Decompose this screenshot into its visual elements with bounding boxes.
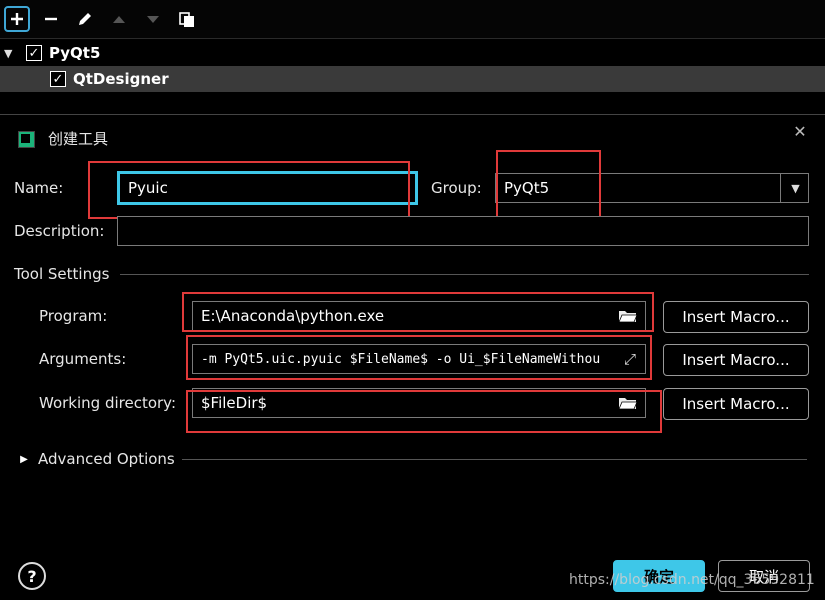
advanced-options-divider xyxy=(182,459,807,460)
minus-icon xyxy=(45,17,57,21)
tool-settings-heading: Tool Settings xyxy=(14,265,110,283)
folder-icon[interactable] xyxy=(616,304,640,328)
tree-group-label: PyQt5 xyxy=(49,44,101,62)
name-label: Name: xyxy=(14,179,64,197)
program-input[interactable]: E:\Anaconda\python.exe xyxy=(192,301,646,331)
folder-icon[interactable] xyxy=(616,391,640,415)
group-checkbox[interactable]: ✓ xyxy=(26,45,42,61)
copy-button[interactable] xyxy=(174,6,200,32)
working-directory-value: $FileDir$ xyxy=(201,394,268,412)
expand-arrow-icon[interactable]: ▶ xyxy=(18,452,30,466)
help-icon[interactable]: ? xyxy=(18,562,46,590)
pencil-icon xyxy=(79,13,91,25)
chevron-down-icon[interactable]: ▼ xyxy=(780,173,810,203)
pycharm-logo-icon xyxy=(18,131,35,148)
arguments-input[interactable]: -m PyQt5.uic.pyuic $FileName$ -o Ui_$Fil… xyxy=(192,344,646,374)
arrow-up-icon xyxy=(113,16,125,23)
edit-button[interactable] xyxy=(72,6,98,32)
arguments-label: Arguments: xyxy=(39,350,127,368)
working-directory-input[interactable]: $FileDir$ xyxy=(192,388,646,418)
move-down-button[interactable] xyxy=(140,6,166,32)
name-value: Pyuic xyxy=(128,179,168,197)
working-directory-insert-macro-button[interactable]: Insert Macro... xyxy=(663,388,809,420)
arrow-down-icon xyxy=(147,16,159,23)
add-button[interactable] xyxy=(4,6,30,32)
program-value: E:\Anaconda\python.exe xyxy=(201,307,385,325)
tree-group-row[interactable]: ▼ ✓ PyQt5 xyxy=(0,40,825,66)
create-tool-dialog: 创建工具 ✕ Name: Pyuic Group: PyQt5 ▼ Descri… xyxy=(0,114,825,600)
expand-icon[interactable]: ⤢ xyxy=(618,347,642,371)
dialog-title: 创建工具 xyxy=(48,130,109,148)
arguments-value: -m PyQt5.uic.pyuic $FileName$ -o Ui_$Fil… xyxy=(201,351,601,367)
name-input[interactable]: Pyuic xyxy=(117,171,418,205)
remove-button[interactable] xyxy=(38,6,64,32)
tree-item-label: QtDesigner xyxy=(73,70,169,88)
description-label: Description: xyxy=(14,222,105,240)
tree-item-row[interactable]: ✓ QtDesigner xyxy=(0,66,825,92)
group-value: PyQt5 xyxy=(504,179,550,197)
move-up-button[interactable] xyxy=(106,6,132,32)
working-directory-label: Working directory: xyxy=(39,394,177,412)
tool-settings-divider xyxy=(120,274,809,275)
expand-triangle-icon[interactable]: ▼ xyxy=(4,47,20,60)
advanced-options-toggle[interactable]: Advanced Options xyxy=(38,450,175,468)
arguments-insert-macro-button[interactable]: Insert Macro... xyxy=(663,344,809,376)
copy-icon xyxy=(179,12,194,27)
description-input[interactable] xyxy=(117,216,809,246)
plus-icon xyxy=(11,13,23,25)
close-icon[interactable]: ✕ xyxy=(790,121,810,141)
toolbar xyxy=(0,0,825,39)
watermark-text: https://blog.csdn.net/qq_36592811 xyxy=(569,572,815,588)
item-checkbox[interactable]: ✓ xyxy=(50,71,66,87)
program-label: Program: xyxy=(39,307,108,325)
group-combobox[interactable]: PyQt5 xyxy=(495,173,809,203)
group-label: Group: xyxy=(431,179,482,197)
program-insert-macro-button[interactable]: Insert Macro... xyxy=(663,301,809,333)
